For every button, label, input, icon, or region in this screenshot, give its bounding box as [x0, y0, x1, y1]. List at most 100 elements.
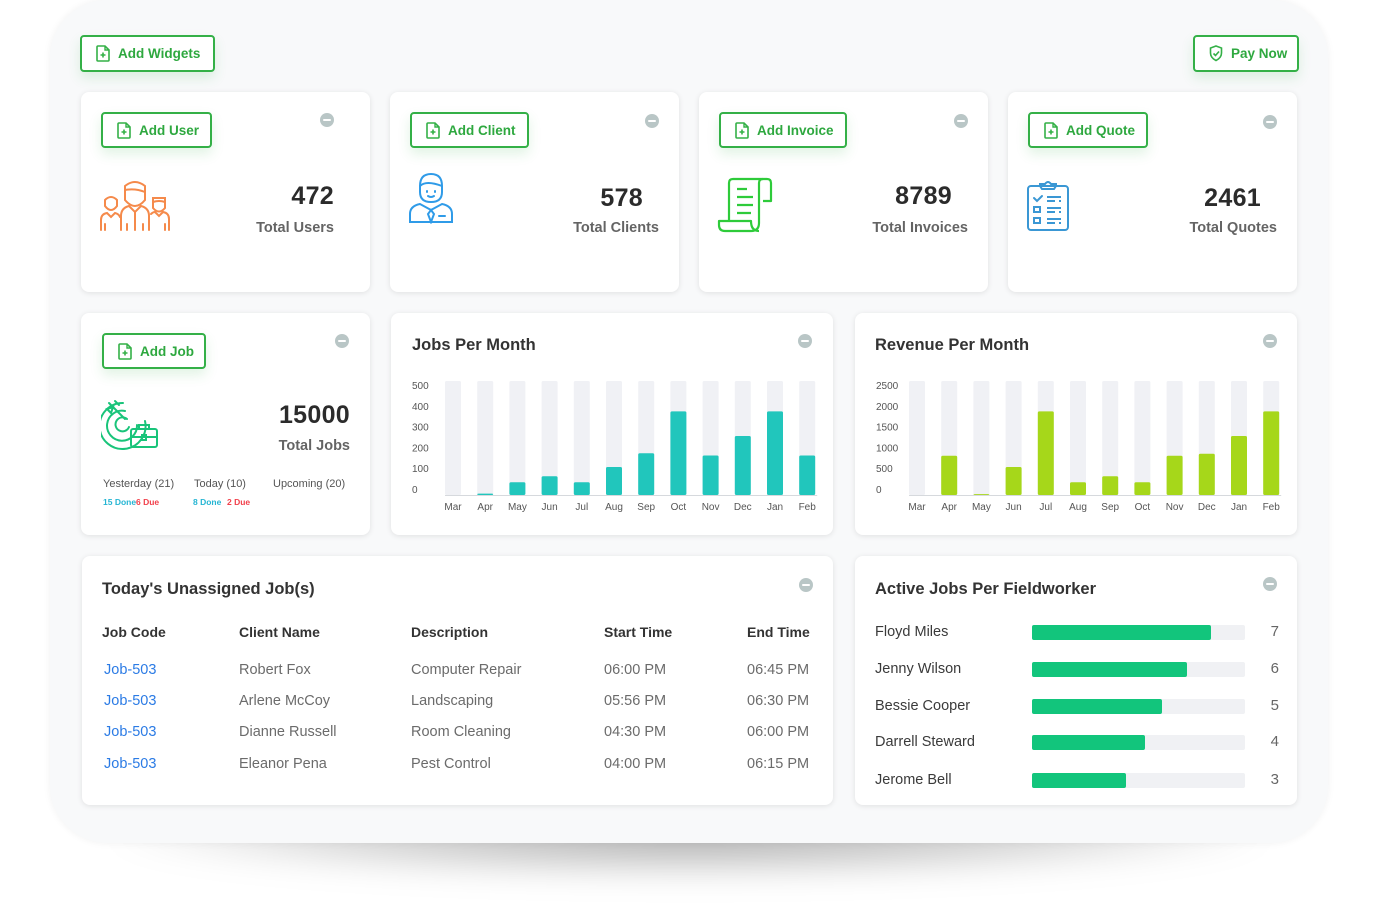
y-tick-label: 1500: [876, 423, 899, 434]
bar-may[interactable]: [973, 494, 990, 495]
today-label: Today (10): [194, 478, 246, 490]
bar-track: [1070, 381, 1086, 495]
y-tick-label: 500: [876, 464, 893, 475]
stat-card-total-quotes: Add Quote 2461 Total Quotes: [1008, 92, 1297, 292]
remove-widget-button[interactable]: [335, 334, 349, 348]
x-tick-label: Mar: [444, 502, 462, 513]
bar-feb[interactable]: [1263, 411, 1280, 495]
x-tick-label: Aug: [605, 502, 623, 513]
client-name: Eleanor Pena: [239, 756, 327, 772]
bar-jun[interactable]: [541, 476, 558, 495]
bar-sep[interactable]: [1102, 476, 1119, 495]
bar-jun[interactable]: [1005, 466, 1022, 495]
stat-card-total-clients: Add Client 578 Total Clients: [390, 92, 679, 292]
bar-oct[interactable]: [1134, 482, 1151, 495]
remove-widget-button[interactable]: [320, 113, 334, 127]
fieldworker-progress-fill: [1032, 662, 1188, 677]
fieldworker-name: Floyd Miles: [875, 624, 949, 640]
bar-track: [445, 381, 461, 495]
job-code-link[interactable]: Job-503: [104, 724, 156, 740]
add-button-label: Add Client: [448, 122, 516, 138]
description: Landscaping: [411, 693, 494, 709]
remove-widget-button[interactable]: [954, 114, 968, 128]
stat-value: 578: [600, 184, 643, 212]
end-time: 06:45 PM: [747, 662, 810, 678]
add-widgets-label: Add Widgets: [118, 46, 201, 61]
pay-now-button[interactable]: Pay Now: [1193, 35, 1299, 72]
start-time: 04:30 PM: [604, 724, 667, 740]
bar-jan[interactable]: [1231, 435, 1247, 495]
total-jobs-value: 15000: [278, 401, 350, 429]
add-user-button[interactable]: Add User: [101, 112, 212, 148]
add-button-label: Add Invoice: [757, 122, 834, 138]
fieldworker-title: Active Jobs Per Fieldworker: [875, 580, 1097, 598]
column-header: Description: [411, 624, 489, 640]
bar-jan[interactable]: [767, 411, 783, 495]
fieldworker-progress-fill: [1032, 699, 1162, 714]
description: Room Cleaning: [411, 724, 511, 740]
y-tick-label: 1000: [876, 443, 899, 454]
yesterday-due: 6 Due: [136, 497, 160, 507]
x-tick-label: Nov: [702, 502, 720, 513]
add-widgets-button[interactable]: Add Widgets: [80, 35, 215, 72]
pay-now-label: Pay Now: [1231, 46, 1288, 61]
remove-widget-button[interactable]: [645, 114, 659, 128]
x-tick-label: Oct: [671, 502, 687, 513]
fieldworker-job-count: 6: [1270, 660, 1279, 677]
bar-apr[interactable]: [941, 455, 958, 495]
add-quote-button[interactable]: Add Quote: [1028, 112, 1148, 148]
jobs-card: Add Job 15000 Total Jobs Yesterday (21) …: [81, 313, 370, 535]
bar-track: [909, 381, 925, 495]
add-invoice-button[interactable]: Add Invoice: [719, 112, 847, 148]
add-button-label: Add User: [139, 122, 200, 138]
fieldworker-name: Bessie Cooper: [875, 698, 971, 714]
fieldworker-progress-track: [1032, 662, 1245, 677]
job-code-link[interactable]: Job-503: [104, 756, 156, 772]
stat-label: Total Quotes: [1189, 220, 1277, 236]
fieldworker-progress-fill: [1032, 625, 1211, 640]
end-time: 06:00 PM: [747, 724, 810, 740]
yesterday-done: 15 Done: [103, 497, 137, 507]
bar-aug[interactable]: [1070, 482, 1086, 495]
fieldworker-name: Jenny Wilson: [875, 661, 962, 677]
bar-feb[interactable]: [799, 455, 816, 495]
bar-track: [477, 381, 494, 495]
fieldworker-name: Darrell Steward: [875, 734, 975, 750]
bar-oct[interactable]: [670, 411, 687, 495]
bar-track: [1134, 381, 1151, 495]
bar-dec[interactable]: [1198, 453, 1215, 495]
bar-jul[interactable]: [1037, 411, 1054, 495]
job-code-link[interactable]: Job-503: [104, 693, 156, 709]
job-code-link[interactable]: Job-503: [104, 662, 156, 678]
fieldworker-job-count: 7: [1270, 623, 1279, 640]
x-tick-label: Aug: [1069, 502, 1087, 513]
remove-widget-button[interactable]: [1263, 115, 1277, 129]
users-group-icon: [99, 178, 171, 237]
description: Pest Control: [411, 756, 491, 772]
x-tick-label: Apr: [477, 502, 493, 513]
bar-apr[interactable]: [477, 493, 494, 495]
bar-jul[interactable]: [573, 482, 590, 495]
invoice-scroll-icon: [717, 177, 775, 238]
target-briefcase-icon: [101, 400, 158, 450]
add-client-button[interactable]: Add Client: [410, 112, 529, 148]
x-tick-label: May: [972, 502, 991, 513]
bar-nov[interactable]: [702, 455, 719, 495]
remove-widget-button[interactable]: [1263, 577, 1277, 591]
x-tick-label: Jan: [1231, 502, 1247, 513]
x-tick-label: Sep: [1101, 502, 1119, 513]
bar-nov[interactable]: [1166, 455, 1183, 495]
yesterday-label: Yesterday (21): [103, 478, 175, 490]
x-tick-label: Dec: [1198, 502, 1216, 513]
add-job-button[interactable]: Add Job: [102, 333, 206, 369]
bar-dec[interactable]: [734, 435, 751, 495]
y-tick-label: 0: [876, 485, 882, 496]
remove-widget-button[interactable]: [799, 578, 813, 592]
start-time: 05:56 PM: [604, 693, 667, 709]
fieldworker-progress-track: [1032, 699, 1245, 714]
bar-may[interactable]: [509, 482, 526, 495]
y-tick-label: 2500: [876, 381, 899, 392]
bar-sep[interactable]: [638, 453, 655, 495]
total-jobs-label: Total Jobs: [278, 438, 350, 454]
bar-aug[interactable]: [606, 466, 622, 495]
